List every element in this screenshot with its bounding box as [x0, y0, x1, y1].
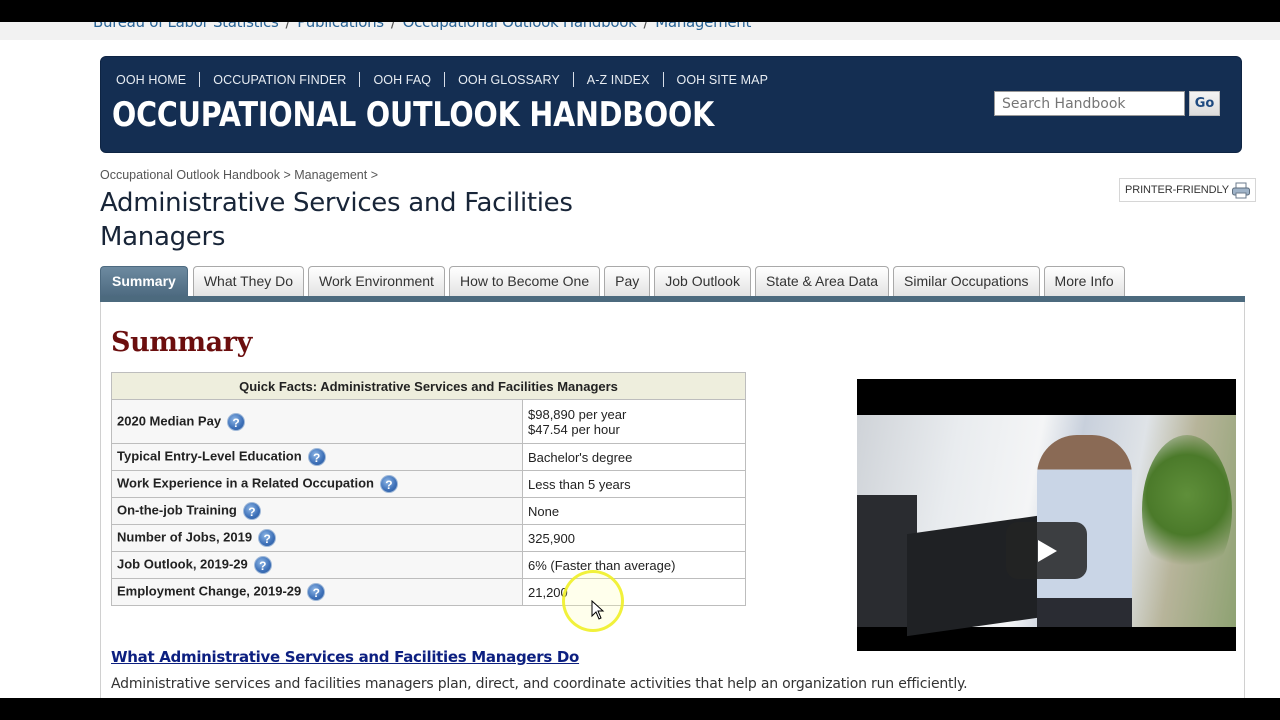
nav-divider [572, 72, 574, 87]
help-icon[interactable]: ? [227, 412, 246, 431]
printer-icon [1231, 182, 1251, 199]
fact-label: Number of Jobs, 2019 [117, 529, 253, 545]
occupation-tabs: Summary What They Do Work Environment Ho… [100, 266, 1129, 296]
fact-value-cell: $98,890 per year $47.54 per hour [522, 399, 746, 444]
help-icon[interactable]: ? [307, 583, 326, 601]
page-title: Administrative Services and Facilities M… [100, 188, 573, 252]
video-thumbnail [857, 415, 1236, 637]
quick-facts-title: Quick Facts: Administrative Services and… [111, 372, 746, 400]
site-breadcrumb-management[interactable]: Management [655, 22, 751, 31]
nav-ooh-site-map[interactable]: OOH SITE MAP [677, 73, 769, 87]
breadcrumb-management[interactable]: Management [294, 168, 367, 182]
table-row: 2020 Median Pay? $98,890 per year $47.54 … [111, 399, 746, 444]
what-they-do-link[interactable]: What Administrative Services and Facilit… [111, 648, 579, 666]
top-letterbox [0, 0, 1280, 22]
fact-label: Work Experience in a Related Occupation [117, 475, 374, 491]
fact-value: Less than 5 years [522, 470, 746, 498]
tab-state-area-data[interactable]: State & Area Data [754, 266, 890, 296]
fact-label: 2020 Median Pay [117, 412, 222, 428]
search-handbook-input[interactable] [994, 91, 1185, 116]
bottom-letterbox [0, 698, 1280, 720]
banner-title[interactable]: OCCUPATIONAL OUTLOOK HANDBOOK [112, 95, 714, 135]
fact-value: $98,890 per year [528, 406, 627, 422]
help-icon[interactable]: ? [253, 556, 272, 574]
fact-label-cell: On-the-job Training? [111, 497, 523, 525]
tab-how-to-become-one[interactable]: How to Become One [448, 266, 601, 296]
fact-value: None [522, 497, 746, 525]
tab-summary[interactable]: Summary [100, 266, 188, 296]
ooh-banner: OOH HOME OCCUPATION FINDER OOH FAQ OOH G… [100, 56, 1242, 153]
nav-occupation-finder[interactable]: OCCUPATION FINDER [213, 73, 346, 87]
summary-panel: Summary Quick Facts: Administrative Serv… [100, 302, 1245, 698]
video-player[interactable] [857, 379, 1236, 651]
fact-label: Typical Entry-Level Education [117, 448, 302, 464]
fact-label-cell: Number of Jobs, 2019? [111, 524, 523, 552]
breadcrumb-separator: / [643, 22, 649, 31]
nav-divider [444, 72, 446, 87]
fact-label: Job Outlook, 2019-29 [117, 556, 248, 572]
breadcrumb-ooh[interactable]: Occupational Outlook Handbook [100, 168, 280, 182]
tab-what-they-do[interactable]: What They Do [192, 266, 305, 296]
nav-ooh-faq[interactable]: OOH FAQ [373, 73, 431, 87]
fact-label-cell: 2020 Median Pay? [111, 399, 523, 444]
nav-divider [359, 72, 361, 87]
help-icon[interactable]: ? [307, 448, 326, 466]
tab-job-outlook[interactable]: Job Outlook [654, 266, 751, 296]
printer-friendly-button[interactable]: PRINTER-FRIENDLY [1119, 178, 1256, 202]
table-row: Job Outlook, 2019-29? 6% (Faster than av… [111, 551, 746, 579]
table-row: Employment Change, 2019-29? 21,200 [111, 578, 746, 606]
fact-label-cell: Typical Entry-Level Education? [111, 443, 523, 471]
fact-value: 21,200 [522, 578, 746, 606]
fact-value: Bachelor's degree [522, 443, 746, 471]
site-breadcrumb-ooh[interactable]: Occupational Outlook Handbook [403, 22, 637, 31]
help-icon[interactable]: ? [379, 475, 398, 493]
tab-more-info[interactable]: More Info [1043, 266, 1125, 296]
tab-similar-occupations[interactable]: Similar Occupations [893, 266, 1040, 296]
quick-facts-header-row: Quick Facts: Administrative Services and… [111, 372, 746, 400]
breadcrumb-separator: > [283, 168, 291, 182]
help-icon[interactable]: ? [242, 502, 261, 520]
table-row: Number of Jobs, 2019? 325,900 [111, 524, 746, 552]
tab-work-environment[interactable]: Work Environment [308, 266, 445, 296]
breadcrumb-separator: / [285, 22, 291, 31]
quick-facts-table: Quick Facts: Administrative Services and… [111, 372, 746, 606]
fact-value: 325,900 [522, 524, 746, 552]
tab-pay[interactable]: Pay [604, 266, 651, 296]
breadcrumb-separator: > [370, 168, 379, 182]
table-row: Work Experience in a Related Occupation?… [111, 470, 746, 498]
nav-divider [662, 72, 664, 87]
breadcrumb-separator: / [390, 22, 396, 31]
site-breadcrumb-publications[interactable]: Publications [297, 22, 384, 31]
table-row: On-the-job Training? None [111, 497, 746, 525]
video-plant [1142, 435, 1232, 585]
nav-divider [199, 72, 201, 87]
fact-label-cell: Work Experience in a Related Occupation? [111, 470, 523, 498]
what-they-do-text: Administrative services and facilities m… [111, 676, 968, 692]
fact-value: 6% (Faster than average) [522, 551, 746, 579]
page: Bureau of Labor Statistics / Publications /… [0, 22, 1280, 698]
summary-heading: Summary [111, 327, 252, 358]
fact-label-cell: Employment Change, 2019-29? [111, 578, 523, 606]
search-go-button[interactable]: Go [1189, 91, 1220, 116]
printer-friendly-label: PRINTER-FRIENDLY [1125, 184, 1229, 196]
breadcrumb: Occupational Outlook Handbook > Manageme… [100, 168, 378, 182]
banner-nav: OOH HOME OCCUPATION FINDER OOH FAQ OOH G… [116, 72, 768, 87]
nav-a-z-index[interactable]: A-Z INDEX [587, 73, 650, 87]
site-breadcrumb-bar: Bureau of Labor Statistics / Publications /… [0, 22, 1280, 40]
site-breadcrumb-bls[interactable]: Bureau of Labor Statistics [93, 22, 279, 31]
table-row: Typical Entry-Level Education? Bachelor'… [111, 443, 746, 471]
fact-value-secondary: $47.54 per hour [528, 421, 620, 437]
nav-ooh-home[interactable]: OOH HOME [116, 73, 186, 87]
fact-label-cell: Job Outlook, 2019-29? [111, 551, 523, 579]
help-icon[interactable]: ? [258, 529, 277, 547]
site-breadcrumb: Bureau of Labor Statistics / Publications /… [93, 22, 751, 31]
nav-ooh-glossary[interactable]: OOH GLOSSARY [458, 73, 560, 87]
play-icon[interactable] [1006, 522, 1087, 579]
fact-label: Employment Change, 2019-29 [117, 583, 302, 599]
fact-label: On-the-job Training [117, 502, 237, 518]
mouse-cursor-icon [591, 600, 605, 620]
